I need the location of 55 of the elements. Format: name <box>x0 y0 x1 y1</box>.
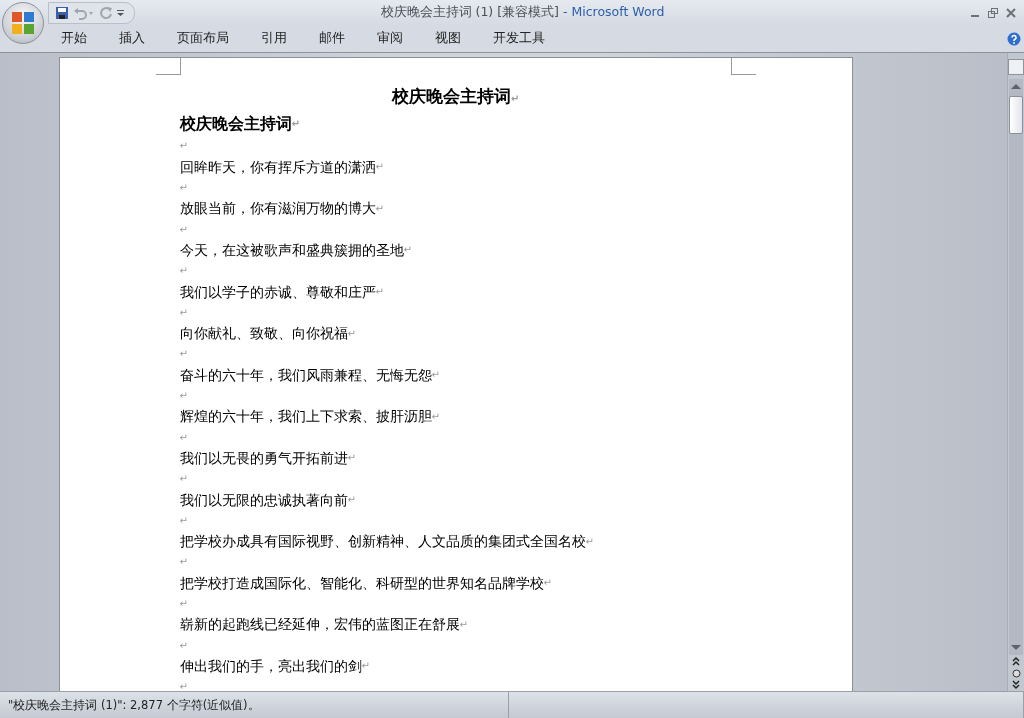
ribbon-tab[interactable]: 开发工具 <box>480 26 558 51</box>
paragraph-mark: ↵ <box>179 183 188 193</box>
ribbon-tab[interactable]: 开始 <box>48 26 100 51</box>
customize-dropdown-icon[interactable] <box>117 8 124 17</box>
office-button[interactable] <box>2 2 44 44</box>
paragraph-mark: ↵ <box>179 598 188 609</box>
ribbon-tab[interactable]: 审阅 <box>364 26 416 51</box>
paragraph-text: 放眼当前，你有滋润万物的博大↵ <box>179 199 385 219</box>
office-logo <box>11 11 35 35</box>
paragraph-mark: ↵ <box>179 432 188 443</box>
paragraph-text: 我们以无畏的勇气开拓前进↵ <box>179 448 357 468</box>
paragraph-mark: ↵ <box>179 224 188 235</box>
save-icon[interactable] <box>55 5 69 20</box>
paragraph-text: 我们以学子的赤诚、尊敬和庄严↵ <box>179 282 385 302</box>
status-text: "校庆晚会主持词 (1)": 2,877 个字符(近似值)。 <box>0 692 509 718</box>
help-icon[interactable] <box>1007 31 1021 46</box>
paragraph-text: 向你献礼、致敬、向你祝福↵ <box>179 324 357 344</box>
paragraph-text: 今天，在这被歌声和盛典簇拥的圣地↵ <box>179 241 413 260</box>
view-ruler-button[interactable] <box>1008 59 1024 75</box>
scroll-down-icon[interactable] <box>1011 644 1021 651</box>
paragraph-mark: ↵ <box>179 141 188 152</box>
paragraph-mark: ↵ <box>179 390 188 401</box>
previous-page-icon[interactable] <box>1012 656 1020 666</box>
select-browse-icon[interactable] <box>1011 668 1021 678</box>
corner-mark <box>730 58 756 75</box>
paragraph-mark: ↵ <box>179 682 188 691</box>
paragraph-text: 把学校办成具有国际视野、创新精神、人文品质的集团式全国名校↵ <box>179 532 595 552</box>
corner-mark <box>155 58 181 75</box>
paragraph-text: 我们以无限的忠诚执著向前↵ <box>179 490 357 510</box>
paragraph-text: 伸出我们的手，亮出我们的剑↵ <box>179 656 371 676</box>
ribbon-tab[interactable]: 页面布局 <box>164 26 242 51</box>
paragraph-mark: ↵ <box>179 557 188 568</box>
ribbon-tab[interactable]: 引用 <box>248 26 300 51</box>
paragraph-mark: ↵ <box>179 266 188 277</box>
paragraph-mark: ↵ <box>179 349 188 360</box>
paragraph-text: 奋斗的六十年，我们风雨兼程、无悔无怨↵ <box>179 365 441 385</box>
window-title: 校庆晚会主持词 (1) [兼容模式] - Microsoft Word <box>379 4 666 21</box>
paragraph-mark: ↵ <box>179 515 188 526</box>
next-page-icon[interactable] <box>1012 680 1020 690</box>
paragraph-mark: ↵ <box>179 474 188 485</box>
heading-text: 校庆晚会主持词↵ <box>179 114 301 135</box>
paragraph-text: 把学校打造成国际化、智能化、科研型的世界知名品牌学校↵ <box>179 573 553 593</box>
ribbon-tab[interactable]: 插入 <box>106 26 158 51</box>
restore-icon[interactable] <box>988 7 998 18</box>
paragraph-text: 回眸昨天，你有挥斥方道的潇洒↵ <box>179 157 385 177</box>
paragraph-mark: ↵ <box>179 307 188 318</box>
paragraph-text: 崭新的起跑线已经延伸，宏伟的蓝图正在舒展↵ <box>179 615 469 635</box>
ribbon-tab[interactable]: 邮件 <box>306 26 358 51</box>
close-icon[interactable] <box>1006 7 1016 18</box>
scroll-up-icon[interactable] <box>1011 83 1021 90</box>
document-title: 校庆晚会主持词↵ <box>390 85 521 108</box>
paragraph-mark: ↵ <box>179 640 188 651</box>
ribbon-tab[interactable]: 视图 <box>422 26 474 51</box>
paragraph-text: 辉煌的六十年，我们上下求索、披肝沥胆↵ <box>179 407 441 427</box>
scrollbar-thumb[interactable] <box>1009 96 1023 134</box>
